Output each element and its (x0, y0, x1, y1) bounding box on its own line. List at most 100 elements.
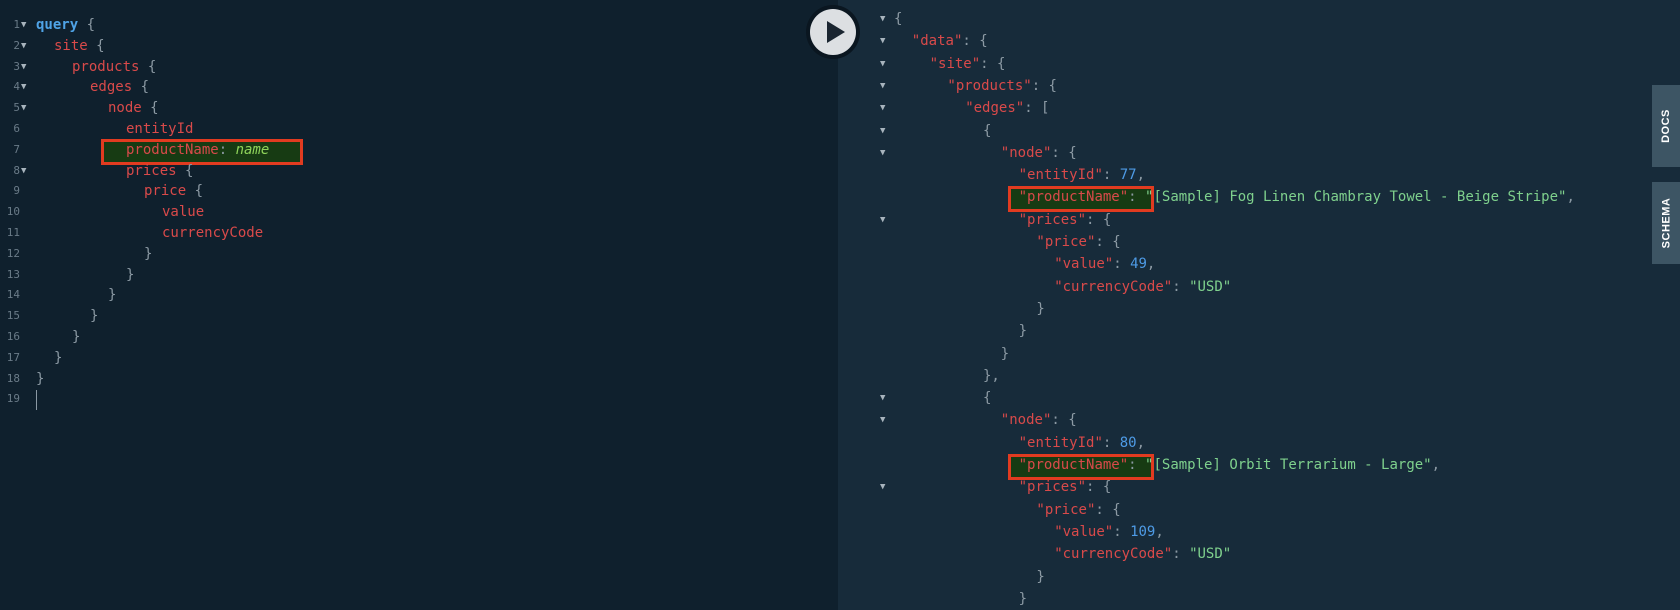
result-token: "entityId" (1018, 167, 1103, 184)
result-token: : { (1095, 234, 1121, 250)
result-token: : (1128, 189, 1146, 206)
fold-chevron-icon[interactable]: ▼ (880, 393, 885, 403)
result-token: "value" (1054, 256, 1114, 273)
query-token: edges (90, 79, 133, 96)
result-token: "value" (1054, 523, 1114, 540)
result-token: "[Sample] Orbit Terrarium - Large" (1145, 457, 1432, 473)
query-line: } (72, 326, 80, 348)
result-token: "edges" (965, 100, 1025, 117)
result-token: 49 (1130, 256, 1147, 273)
fold-chevron-icon[interactable]: ▼ (21, 41, 26, 51)
result-token: , (1146, 256, 1156, 273)
result-token: , (1136, 434, 1146, 451)
fold-chevron-icon[interactable]: ▼ (21, 82, 26, 92)
query-line: entityId (126, 118, 193, 140)
result-line: "prices": { (1019, 209, 1112, 231)
results-viewer: ▼{▼ "data": {▼ "site": {▼ "products": {▼ "ed… (838, 0, 1680, 610)
query-token: { (176, 162, 194, 179)
line-number: 13 (6, 267, 20, 281)
line-number: 11 (6, 226, 20, 239)
query-line: } (90, 305, 98, 327)
query-token: { (186, 183, 204, 200)
line-number: 18 (6, 371, 20, 385)
result-token: : { (1086, 211, 1112, 228)
result-line: "data": { (912, 30, 988, 52)
fold-chevron-icon[interactable]: ▼ (880, 126, 885, 136)
result-token: "price" (1036, 234, 1096, 250)
result-line: "price": { (1036, 231, 1120, 253)
query-line: } (54, 347, 62, 369)
result-token: "currencyCode" (1054, 278, 1173, 295)
query-line: productName: name (126, 139, 269, 161)
query-editor[interactable]: 1 ▼ query {2 ▼ site {3 ▼ products {4 ▼ edges {5 ▼… (0, 0, 838, 610)
result-line: "value": 49, (1054, 253, 1155, 275)
result-token: : [ (1024, 100, 1050, 117)
result-token: : { (1095, 501, 1121, 518)
result-token: "products" (947, 77, 1032, 94)
query-line: prices { (126, 160, 193, 182)
fold-chevron-icon[interactable]: ▼ (880, 14, 885, 24)
play-icon (826, 21, 845, 43)
result-token: "site" (929, 55, 981, 72)
line-number: 9 (13, 184, 20, 198)
result-token: : { (1086, 479, 1112, 496)
schema-tab[interactable]: SCHEMA (1652, 182, 1680, 264)
result-line: "value": 109, (1054, 521, 1164, 543)
result-token: : { (1051, 144, 1077, 161)
line-number: 3 (13, 59, 20, 73)
text-cursor (36, 390, 37, 411)
result-line: } (1019, 588, 1027, 610)
result-token: 109 (1130, 523, 1156, 540)
query-token: } (144, 245, 153, 262)
result-token: } (1000, 345, 1010, 362)
fold-chevron-icon[interactable]: ▼ (880, 103, 885, 113)
query-token: products (72, 58, 140, 75)
result-token: , (1431, 457, 1441, 473)
line-number: 15 (6, 309, 20, 323)
result-line: "edges": [ (965, 97, 1049, 119)
fold-chevron-icon[interactable]: ▼ (21, 103, 26, 113)
docs-tab[interactable]: DOCS (1652, 85, 1680, 167)
fold-chevron-icon[interactable]: ▼ (880, 482, 885, 492)
fold-chevron-icon[interactable]: ▼ (21, 166, 26, 176)
fold-chevron-icon[interactable]: ▼ (880, 215, 885, 225)
result-token: "currencyCode" (1054, 546, 1173, 563)
result-line: { (894, 8, 902, 30)
fold-chevron-icon[interactable]: ▼ (880, 81, 885, 91)
result-token: "productName" (1018, 189, 1129, 206)
result-line: "products": { (947, 75, 1057, 97)
query-line: } (108, 284, 116, 306)
fold-chevron-icon[interactable]: ▼ (880, 59, 885, 69)
result-token: "prices" (1018, 479, 1087, 496)
result-line: "node": { (1001, 142, 1077, 164)
query-line: } (126, 264, 134, 286)
result-token: 80 (1119, 434, 1137, 451)
query-line: edges { (90, 76, 149, 98)
line-number: 4 (13, 80, 20, 94)
docs-tab-label: DOCS (1660, 109, 1672, 143)
fold-chevron-icon[interactable]: ▼ (21, 62, 26, 72)
run-query-button[interactable] (806, 5, 860, 59)
query-line: value (162, 201, 204, 223)
result-token: : (1113, 523, 1131, 540)
query-token: prices (126, 162, 177, 179)
fold-chevron-icon[interactable]: ▼ (880, 415, 885, 425)
result-token: "USD" (1189, 546, 1232, 563)
result-line: "prices": { (1019, 476, 1112, 498)
fold-chevron-icon[interactable]: ▼ (880, 148, 885, 158)
query-line: products { (72, 56, 156, 78)
query-token: : (218, 141, 236, 158)
run-button-face[interactable] (810, 9, 856, 55)
query-line: price { (144, 180, 203, 202)
query-token: value (162, 204, 205, 221)
result-token: , (1136, 167, 1146, 184)
fold-chevron-icon[interactable]: ▼ (21, 20, 26, 30)
query-line: node { (108, 97, 159, 119)
result-token: "node" (1000, 144, 1052, 161)
query-token: { (132, 79, 150, 96)
result-line: { (983, 120, 991, 142)
result-token: { (894, 11, 903, 27)
fold-chevron-icon[interactable]: ▼ (880, 36, 885, 46)
line-number: 10 (6, 205, 20, 219)
result-token: "USD" (1189, 278, 1232, 295)
